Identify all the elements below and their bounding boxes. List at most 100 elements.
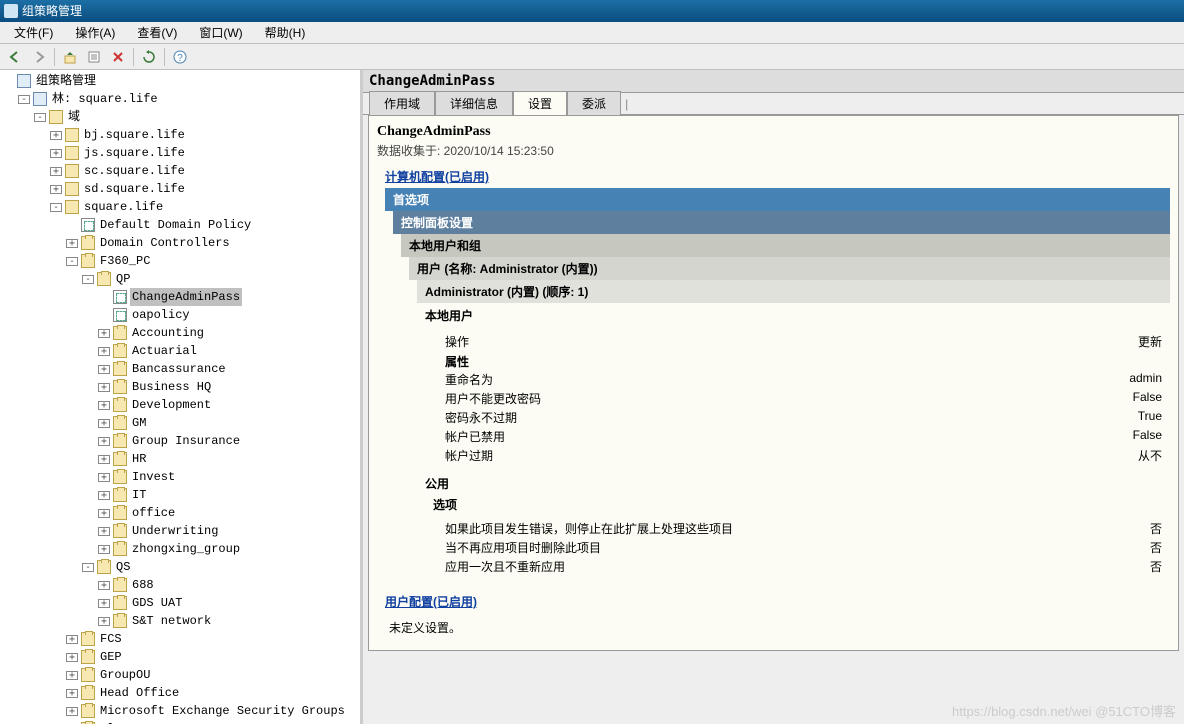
content-header: ChangeAdminPass [363, 70, 1184, 93]
menu-help[interactable]: 帮助(H) [255, 22, 316, 43]
toolbar-separator [133, 48, 134, 66]
tree-item[interactable]: +IT [98, 486, 358, 504]
tree-item[interactable]: +zhongxing_group [98, 540, 358, 558]
tree-item[interactable]: +Business HQ [98, 378, 358, 396]
preferences-bar[interactable]: 首选项 [385, 188, 1170, 211]
kv-row: 重命名为admin [445, 370, 1162, 389]
ou-icon [113, 344, 127, 358]
ou-icon [81, 236, 95, 250]
gpo-icon [113, 290, 127, 304]
tree-domain-item[interactable]: +sc.square.life [50, 162, 358, 180]
tree-item[interactable]: +Invest [98, 468, 358, 486]
local-user-heading: 本地用户 [417, 303, 1170, 328]
ou-icon [113, 452, 127, 466]
kv-row: 应用一次且不重新应用否 [445, 557, 1162, 576]
tree-domains[interactable]: -域 [34, 108, 358, 126]
ou-icon [113, 578, 127, 592]
tree-ou-item[interactable]: +688 [98, 576, 358, 594]
tree-item[interactable]: +Development [98, 396, 358, 414]
toolbar: ? [0, 44, 1184, 70]
tree-dc[interactable]: +Domain Controllers [66, 234, 358, 252]
menu-file[interactable]: 文件(F) [4, 22, 63, 43]
tree-qp[interactable]: -QP [82, 270, 358, 288]
tree-item[interactable]: +GM [98, 414, 358, 432]
domain-icon [65, 200, 79, 214]
tab-delegation[interactable]: 委派 [567, 91, 621, 115]
tree-pane[interactable]: 组策略管理 -林: square.life -域 +bj.square.life… [0, 70, 363, 724]
tree-item[interactable]: +Actuarial [98, 342, 358, 360]
menu-action[interactable]: 操作(A) [65, 22, 125, 43]
tree-ou-item[interactable]: +S&T network [98, 612, 358, 630]
app-title: 组策略管理 [22, 0, 82, 22]
tree-ddp[interactable]: Default Domain Policy [66, 216, 358, 234]
tree-domain-item[interactable]: +bj.square.life [50, 126, 358, 144]
tree-f360[interactable]: -F360_PC [66, 252, 358, 270]
title-bar: 组策略管理 [0, 0, 1184, 22]
tree-item[interactable]: +Bancassurance [98, 360, 358, 378]
panel-title: ChangeAdminPass [377, 124, 1170, 140]
ou-icon [97, 272, 111, 286]
back-button[interactable] [4, 46, 26, 68]
up-button[interactable] [59, 46, 81, 68]
tree-item[interactable]: +Accounting [98, 324, 358, 342]
tree-ou-item[interactable]: +FCS [66, 630, 358, 648]
tree-root[interactable]: 组策略管理 [2, 72, 358, 90]
svg-text:?: ? [177, 53, 183, 64]
tab-settings[interactable]: 设置 [513, 91, 567, 115]
ou-icon [113, 506, 127, 520]
ou-icon [113, 380, 127, 394]
ou-icon [113, 542, 127, 556]
kv-row: 帐户已禁用False [445, 427, 1162, 446]
tree-ou-item[interactable]: +Vlan [66, 720, 358, 724]
tree-ou-item[interactable]: +GEP [66, 648, 358, 666]
admin-builtin-bar[interactable]: Administrator (内置) (顺序: 1) [417, 280, 1170, 303]
tree-item[interactable]: oapolicy [98, 306, 358, 324]
domain-icon [65, 146, 79, 160]
tab-details[interactable]: 详细信息 [435, 91, 513, 115]
user-config-link[interactable]: 用户配置(已启用) [377, 590, 1170, 613]
tab-separator: | [621, 94, 632, 114]
ou-icon [113, 326, 127, 340]
ou-icon [113, 470, 127, 484]
toolbar-separator [54, 48, 55, 66]
domain-icon [65, 128, 79, 142]
tab-scope[interactable]: 作用域 [369, 91, 435, 115]
tree-ou-item[interactable]: +Microsoft Exchange Security Groups [66, 702, 358, 720]
tree-item[interactable]: +Underwriting [98, 522, 358, 540]
kv-row: 如果此项目发生错误，则停止在此扩展上处理这些项目否 [445, 519, 1162, 538]
options-heading: 选项 [417, 494, 1170, 515]
tree-ou-item[interactable]: +GDS UAT [98, 594, 358, 612]
menu-view[interactable]: 查看(V) [127, 22, 187, 43]
ou-icon [81, 704, 95, 718]
tree-item[interactable]: +office [98, 504, 358, 522]
kv-row: 操作更新 [445, 332, 1162, 351]
tree-forest[interactable]: -林: square.life [18, 90, 358, 108]
menu-window[interactable]: 窗口(W) [189, 22, 252, 43]
tree-domain-square[interactable]: -square.life [50, 198, 358, 216]
properties-button[interactable] [83, 46, 105, 68]
computer-config-link[interactable]: 计算机配置(已启用) [377, 165, 1170, 188]
help-button[interactable]: ? [169, 46, 191, 68]
tree-item[interactable]: +HR [98, 450, 358, 468]
user-name-bar[interactable]: 用户 (名称: Administrator (内置)) [409, 257, 1170, 280]
control-panel-bar[interactable]: 控制面板设置 [393, 211, 1170, 234]
menu-bar: 文件(F) 操作(A) 查看(V) 窗口(W) 帮助(H) [0, 22, 1184, 44]
refresh-button[interactable] [138, 46, 160, 68]
kv-row: 帐户过期从不 [445, 446, 1162, 465]
tree-ou-item[interactable]: +GroupOU [66, 666, 358, 684]
tree-item[interactable]: ChangeAdminPass [98, 288, 358, 306]
tree-qs[interactable]: -QS [82, 558, 358, 576]
tree-item[interactable]: +Group Insurance [98, 432, 358, 450]
tree-ou-item[interactable]: +Head Office [66, 684, 358, 702]
ou-icon [113, 434, 127, 448]
ou-icon [81, 254, 95, 268]
tree-domain-item[interactable]: +js.square.life [50, 144, 358, 162]
tree-domain-item[interactable]: +sd.square.life [50, 180, 358, 198]
ou-icon [81, 668, 95, 682]
ou-icon [113, 614, 127, 628]
ou-icon [81, 650, 95, 664]
forward-button[interactable] [28, 46, 50, 68]
delete-button[interactable] [107, 46, 129, 68]
local-users-bar[interactable]: 本地用户和组 [401, 234, 1170, 257]
no-settings-text: 未定义设置。 [377, 613, 1170, 642]
